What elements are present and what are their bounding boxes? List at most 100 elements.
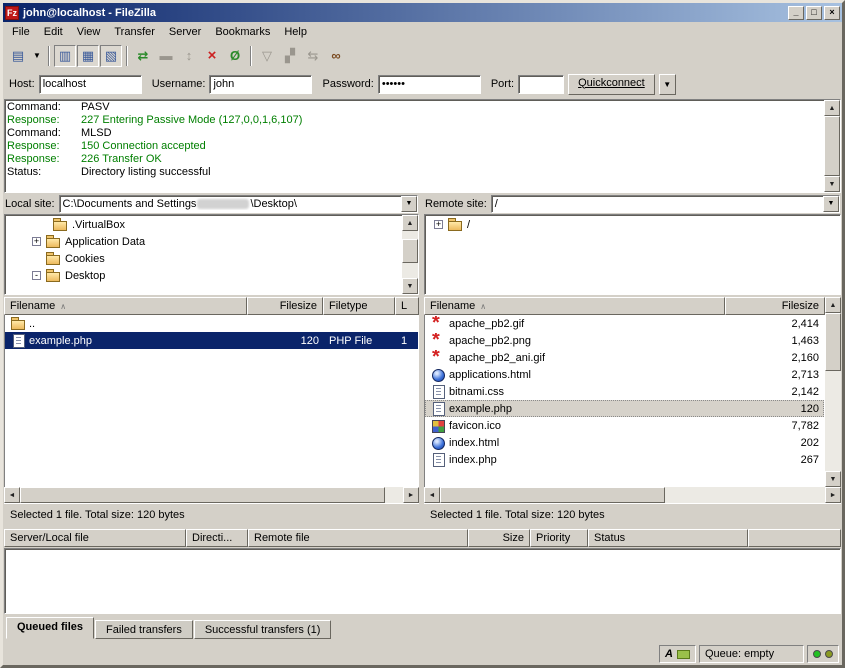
minimize-button[interactable]: _ (788, 6, 804, 20)
scrollbar-thumb[interactable] (824, 116, 840, 176)
scroll-up-icon[interactable]: ▲ (402, 215, 418, 231)
folder-icon (45, 234, 61, 249)
filesize-cell: 2,160 (724, 352, 824, 364)
column-header-filename[interactable]: Filename∧ (424, 297, 725, 315)
tree-item-cookies[interactable]: Cookies (6, 250, 401, 267)
file-row[interactable]: index.php267 (425, 451, 824, 468)
local-horizontal-scrollbar[interactable]: ◄ ► (4, 487, 419, 503)
quickconnect-button[interactable]: Quickconnect (568, 74, 655, 95)
tab-successful-transfers[interactable]: Successful transfers (1) (194, 620, 332, 639)
file-row[interactable]: apache_pb2.gif2,414 (425, 315, 824, 332)
remote-site-label: Remote site: (425, 198, 487, 210)
file-row[interactable]: index.html202 (425, 434, 824, 451)
scroll-right-icon[interactable]: ► (825, 487, 841, 503)
column-header-filesize[interactable]: Filesize (247, 297, 323, 315)
scroll-down-icon[interactable]: ▼ (825, 471, 841, 487)
scroll-left-icon[interactable]: ◄ (424, 487, 440, 503)
close-button[interactable]: × (824, 6, 840, 20)
file-row-example-php[interactable]: example.php 120 PHP File 1 (5, 332, 418, 349)
menu-bookmarks[interactable]: Bookmarks (208, 23, 277, 41)
scroll-left-icon[interactable]: ◄ (4, 487, 20, 503)
process-queue-icon[interactable]: ↕ (178, 45, 200, 67)
filesize-cell: 1,463 (724, 335, 824, 347)
expand-icon[interactable]: + (434, 220, 443, 229)
file-row[interactable]: bitnami.css2,142 (425, 383, 824, 400)
menu-edit[interactable]: Edit (37, 23, 70, 41)
tree-item-virtualbox[interactable]: .VirtualBox (6, 216, 401, 233)
column-header-priority[interactable]: Priority (530, 529, 588, 547)
status-bar: A Queue: empty (3, 643, 842, 665)
collapse-icon[interactable]: - (32, 271, 41, 280)
remote-list-wrap: Filename∧ Filesize apache_pb2.gif2,414 a… (424, 297, 841, 487)
menu-view[interactable]: View (70, 23, 108, 41)
column-header-filesize[interactable]: Filesize (725, 297, 825, 315)
remote-horizontal-scrollbar[interactable]: ◄ ► (424, 487, 841, 503)
file-row[interactable]: apache_pb2_ani.gif2,160 (425, 349, 824, 366)
local-directory-tree: .VirtualBox +Application Data Cookies -D… (4, 214, 419, 295)
log-scrollbar[interactable]: ▲ ▼ (824, 100, 840, 192)
toolbar: ▤ ▼ ▥ ▦ ▧ ⇄ ▬ ↕ × Ø ▽ ▞ ⇆ ∞ (3, 42, 842, 69)
transfer-queue-list[interactable] (4, 548, 841, 614)
column-header-filename[interactable]: Filename∧ (4, 297, 247, 315)
toggle-remote-treeview-icon[interactable]: ▧ (100, 45, 122, 67)
tree-item-root[interactable]: +/ (426, 216, 823, 233)
file-row-parent-dir[interactable]: .. (5, 315, 418, 332)
local-tree-scrollbar[interactable]: ▲ ▼ (402, 215, 418, 294)
column-header-server-local-file[interactable]: Server/Local file (4, 529, 186, 547)
file-row[interactable]: favicon.ico7,782 (425, 417, 824, 434)
host-input[interactable] (39, 75, 142, 94)
message-log-lines: Command:PASV Response:227 Entering Passi… (7, 101, 822, 179)
password-input[interactable] (378, 75, 481, 94)
file-row[interactable]: applications.html2,713 (425, 366, 824, 383)
username-input[interactable] (209, 75, 312, 94)
scroll-down-icon[interactable]: ▼ (824, 176, 840, 192)
scroll-right-icon[interactable]: ► (403, 487, 419, 503)
quickconnect-dropdown-icon[interactable]: ▼ (659, 74, 676, 95)
toggle-transfer-queue-icon[interactable]: ▬ (155, 45, 177, 67)
disconnect-icon[interactable]: Ø (224, 45, 246, 67)
column-header-status[interactable]: Status (588, 529, 748, 547)
refresh-icon[interactable]: ⇄ (132, 45, 154, 67)
tab-queued-files[interactable]: Queued files (6, 617, 94, 639)
scroll-up-icon[interactable]: ▲ (824, 100, 840, 116)
menu-help[interactable]: Help (277, 23, 314, 41)
remote-site-dropdown-icon[interactable]: ▼ (823, 196, 839, 212)
filename-filters-icon[interactable]: ▽ (256, 45, 278, 67)
scrollbar-thumb[interactable] (440, 487, 665, 503)
site-manager-dropdown-icon[interactable]: ▼ (30, 45, 44, 67)
maximize-button[interactable]: □ (806, 6, 822, 20)
toggle-message-log-icon[interactable]: ▥ (54, 45, 76, 67)
remote-list-scrollbar[interactable]: ▲ ▼ (825, 297, 841, 487)
scrollbar-thumb[interactable] (825, 313, 841, 371)
cancel-operation-icon[interactable]: × (201, 45, 223, 67)
local-site-combo[interactable]: C:\Documents and Settings\Desktop\ ▼ (59, 195, 418, 213)
local-site-label: Local site: (5, 198, 55, 210)
column-header-modified[interactable]: L (395, 297, 419, 315)
column-header-size[interactable]: Size (468, 529, 530, 547)
scrollbar-thumb[interactable] (20, 487, 385, 503)
scroll-down-icon[interactable]: ▼ (402, 278, 418, 294)
tree-item-application-data[interactable]: +Application Data (6, 233, 401, 250)
column-header-direction[interactable]: Directi... (186, 529, 248, 547)
remote-site-combo[interactable]: / ▼ (491, 195, 840, 213)
file-row-selected[interactable]: example.php120 (425, 400, 824, 417)
filename-cell: example.php (449, 403, 512, 415)
file-row[interactable]: apache_pb2.png1,463 (425, 332, 824, 349)
expand-icon[interactable]: + (32, 237, 41, 246)
menu-server[interactable]: Server (162, 23, 208, 41)
site-manager-icon[interactable]: ▤ (7, 45, 29, 67)
toggle-local-treeview-icon[interactable]: ▦ (77, 45, 99, 67)
column-header-filetype[interactable]: Filetype (323, 297, 395, 315)
local-site-dropdown-icon[interactable]: ▼ (401, 196, 417, 212)
scroll-up-icon[interactable]: ▲ (825, 297, 841, 313)
directory-comparison-icon[interactable]: ▞ (279, 45, 301, 67)
menu-transfer[interactable]: Transfer (107, 23, 162, 41)
find-files-icon[interactable]: ∞ (325, 45, 347, 67)
scrollbar-thumb[interactable] (402, 239, 418, 263)
port-input[interactable] (518, 75, 564, 94)
synchronized-browsing-icon[interactable]: ⇆ (302, 45, 324, 67)
column-header-remote-file[interactable]: Remote file (248, 529, 468, 547)
tree-item-desktop[interactable]: -Desktop (6, 267, 401, 284)
menu-file[interactable]: File (5, 23, 37, 41)
tab-failed-transfers[interactable]: Failed transfers (95, 620, 193, 639)
